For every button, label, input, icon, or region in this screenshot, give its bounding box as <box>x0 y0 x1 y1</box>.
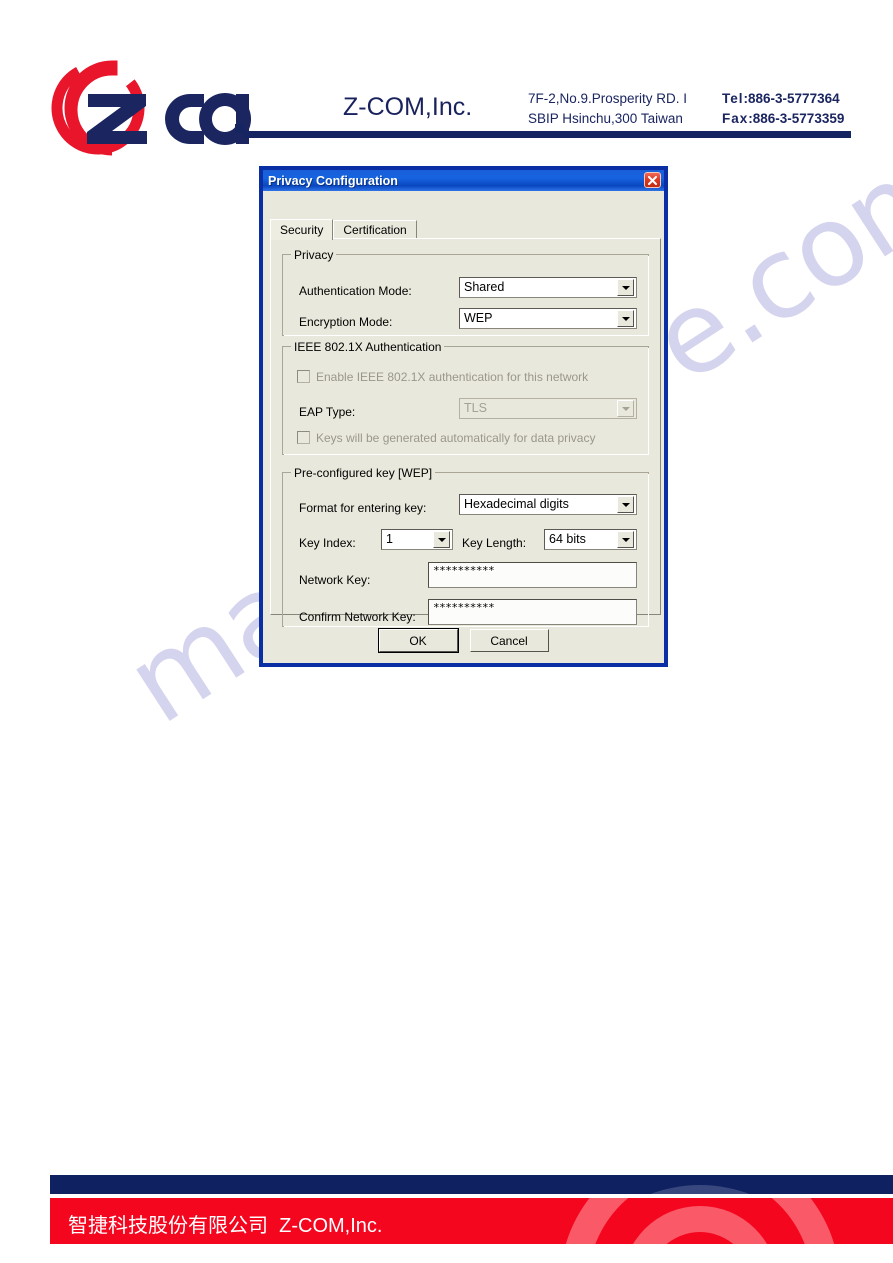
fax-label: Fax <box>722 111 749 126</box>
zcom-logo <box>50 52 255 164</box>
label-authentication-mode: Authentication Mode: <box>299 284 412 298</box>
tel-row: Tel:886-3-5777364 <box>722 89 844 109</box>
network-key-value: ********** <box>433 564 495 577</box>
chevron-down-icon[interactable] <box>433 531 450 548</box>
page-header: Z-COM,Inc. 7F-2,No.9.Prosperity RD. I SB… <box>0 0 893 156</box>
group-ieee8021x-title: IEEE 802.1X Authentication <box>291 340 445 354</box>
header-company-name: Z-COM,Inc. <box>343 93 473 121</box>
dialog-body: Security Certification Privacy Authentic… <box>263 191 664 663</box>
tab-certification[interactable]: Certification <box>333 220 417 238</box>
footer-red-bar: 智捷科技股份有限公司 Z-COM,Inc. <box>50 1198 893 1244</box>
fax-row: Fax:886-3-5773359 <box>722 109 844 129</box>
close-x-glyph <box>647 175 658 185</box>
eap-type-value: TLS <box>464 402 487 415</box>
group-privacy-title: Privacy <box>291 248 337 262</box>
footer-company-text: 智捷科技股份有限公司 Z-COM,Inc. <box>68 1209 382 1238</box>
privacy-configuration-dialog: Privacy Configuration Security Certifica… <box>259 166 668 667</box>
ok-button[interactable]: OK <box>377 628 459 653</box>
tab-security[interactable]: Security <box>270 219 334 240</box>
eap-type-select[interactable]: TLS <box>459 398 637 419</box>
zcom-logo-icon <box>51 60 252 156</box>
group-preconfigured-key-title: Pre-configured key [WEP] <box>291 466 436 480</box>
tab-certification-label: Certification <box>343 222 407 237</box>
header-contact: Tel:886-3-5777364 Fax:886-3-5773359 <box>722 89 844 129</box>
chevron-down-icon[interactable] <box>617 279 634 296</box>
network-key-input[interactable]: ********** <box>428 562 637 588</box>
header-divider <box>243 131 851 138</box>
authentication-mode-value: Shared <box>464 281 505 294</box>
label-eap-type: EAP Type: <box>299 405 356 419</box>
header-address: 7F-2,No.9.Prosperity RD. I SBIP Hsinchu,… <box>528 89 687 129</box>
label-network-key: Network Key: <box>299 573 371 587</box>
chevron-down-icon[interactable] <box>617 400 634 417</box>
label-format-for-entering-key: Format for entering key: <box>299 501 427 515</box>
close-icon[interactable] <box>644 172 661 188</box>
auto-generate-keys-checkbox[interactable]: Keys will be generated automatically for… <box>297 431 595 444</box>
dialog-button-bar: OK Cancel <box>263 628 664 653</box>
tab-security-label: Security <box>280 223 324 237</box>
chevron-down-icon[interactable] <box>617 310 634 327</box>
label-confirm-network-key: Confirm Network Key: <box>299 610 416 624</box>
enable-8021x-label: Enable IEEE 802.1X authentication for th… <box>316 369 589 384</box>
footer-navy-arc-decoration <box>650 1185 750 1194</box>
key-format-value: Hexadecimal digits <box>464 498 569 511</box>
label-encryption-mode: Encryption Mode: <box>299 315 393 329</box>
key-length-select[interactable]: 64 bits <box>544 529 637 550</box>
encryption-mode-select[interactable]: WEP <box>459 308 637 329</box>
checkbox-box-icon <box>297 370 310 383</box>
checkbox-box-icon <box>297 431 310 444</box>
chevron-down-icon[interactable] <box>617 496 634 513</box>
authentication-mode-select[interactable]: Shared <box>459 277 637 298</box>
label-key-index: Key Index: <box>299 536 356 550</box>
confirm-network-key-input[interactable]: ********** <box>428 599 637 625</box>
fax-value: 886-3-5773359 <box>752 111 845 126</box>
key-length-value: 64 bits <box>549 533 586 546</box>
enable-8021x-checkbox[interactable]: Enable IEEE 802.1X authentication for th… <box>297 370 588 383</box>
encryption-mode-value: WEP <box>464 312 493 325</box>
label-key-length: Key Length: <box>462 536 527 550</box>
footer-company-en: Z-COM,Inc. <box>279 1215 383 1237</box>
page-footer: 智捷科技股份有限公司 Z-COM,Inc. <box>50 1175 893 1263</box>
dialog-title: Privacy Configuration <box>268 173 398 188</box>
confirm-network-key-value: ********** <box>433 601 495 614</box>
key-format-select[interactable]: Hexadecimal digits <box>459 494 637 515</box>
tel-value: 886-3-5777364 <box>748 91 840 106</box>
auto-generate-keys-label: Keys will be generated automatically for… <box>316 430 596 445</box>
key-index-value: 1 <box>386 533 393 546</box>
chevron-down-icon[interactable] <box>617 531 634 548</box>
dialog-tabstrip: Security Certification <box>270 219 417 240</box>
dialog-titlebar[interactable]: Privacy Configuration <box>263 170 664 191</box>
cancel-button-label: Cancel <box>490 633 528 648</box>
cancel-button[interactable]: Cancel <box>469 629 549 652</box>
tel-label: Tel <box>722 91 744 106</box>
address-line-2: SBIP Hsinchu,300 Taiwan <box>528 111 683 126</box>
footer-navy-bar <box>50 1175 893 1194</box>
address-line-1: 7F-2,No.9.Prosperity RD. I <box>528 91 688 106</box>
key-index-select[interactable]: 1 <box>381 529 453 550</box>
footer-company-zh: 智捷科技股份有限公司 <box>68 1215 268 1237</box>
ok-button-label: OK <box>409 633 427 648</box>
